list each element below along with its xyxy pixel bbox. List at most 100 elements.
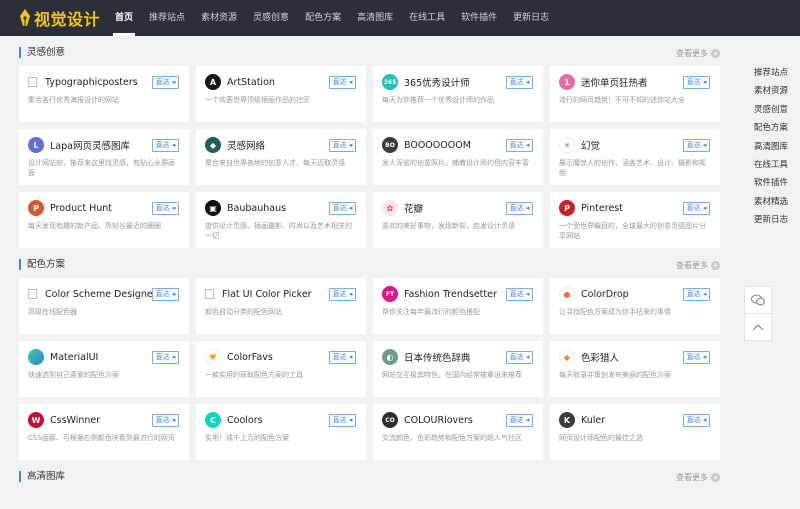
- site-card[interactable]: L Lapa网页灵感图库 直达 ◂ 设计网站前，推荐来这里找灵感，有贴心全屏画面: [19, 129, 189, 185]
- site-logo[interactable]: 视觉设计: [18, 6, 100, 30]
- site-card[interactable]: ✿ 花瓣 直达 ◂ 喜欢的美好事物，发现新知，启发设计灵感: [373, 192, 543, 248]
- site-card-grid: Typographicposters 直达 ◂ 集合各行优秀海报设计的网站 A ArtS…: [19, 66, 720, 248]
- side-nav-item[interactable]: 更新日志: [746, 211, 800, 229]
- artstation-icon: A: [205, 74, 221, 90]
- side-nav-item[interactable]: 软件插件: [746, 174, 800, 192]
- go-button[interactable]: 直达 ◂: [152, 351, 179, 364]
- go-button[interactable]: 直达 ◂: [152, 202, 179, 215]
- site-card[interactable]: P Pinterest 直达 ◂ 一个受世界瞩目的，全球最大的创意灵感图片分享网站: [550, 192, 720, 248]
- go-label: 直达: [509, 204, 524, 212]
- site-card[interactable]: ● ColorDrop 直达 ◂ 让寻找配色方案成为信手拈来的事情: [550, 278, 720, 334]
- main-nav: 首页 推荐站点 素材资源 灵感创意 配色方案 高清图库 在线工具 软件插件 更新日志: [107, 0, 557, 36]
- site-card[interactable]: C Coolors 直达 ◂ 实用！成千上万的配色方案: [196, 404, 366, 460]
- go-button[interactable]: 直达 ◂: [683, 76, 710, 89]
- site-card[interactable]: Typographicposters 直达 ◂ 集合各行优秀海报设计的网站: [19, 66, 189, 122]
- site-card[interactable]: K Kuler 直达 ◂ 网页设计师配色的最佳之选: [550, 404, 720, 460]
- site-card[interactable]: Flat UI Color Picker 直达 ◂ 颜色自动分类的配色网站: [196, 278, 366, 334]
- site-description: 交流颜色、色彩趋势和配色方案的超人气社区: [382, 434, 522, 442]
- site-card[interactable]: MaterialUI 直达 ◂ 快速选到自己喜爱的配色方案: [19, 341, 189, 397]
- go-button[interactable]: 直达 ◂: [329, 288, 356, 301]
- go-button[interactable]: 直达 ◂: [152, 76, 179, 89]
- go-button[interactable]: 直达 ◂: [683, 351, 710, 364]
- go-button[interactable]: 直达 ◂: [683, 202, 710, 215]
- colorhunt-icon: ◆: [559, 349, 575, 365]
- nav-item[interactable]: 首页: [107, 0, 141, 36]
- nav-item[interactable]: 高清图库: [349, 0, 401, 36]
- nav-item[interactable]: 配色方案: [297, 0, 349, 36]
- view-more-link[interactable]: 查看更多 +: [676, 472, 720, 483]
- go-button[interactable]: 直达 ◂: [329, 414, 356, 427]
- fashion-trendsetter-icon: FT: [382, 286, 398, 302]
- illusion-icon: ✳: [559, 137, 575, 153]
- site-card[interactable]: 365 365优秀设计师 直达 ◂ 每天为你推荐一个优秀设计师的作品: [373, 66, 543, 122]
- view-more-link[interactable]: 查看更多 +: [676, 260, 720, 271]
- go-button[interactable]: 直达 ◂: [152, 414, 179, 427]
- go-button[interactable]: 直达 ◂: [329, 76, 356, 89]
- side-nav-item[interactable]: 推荐站点: [746, 64, 800, 82]
- nav-item[interactable]: 软件插件: [453, 0, 505, 36]
- site-card[interactable]: Color Scheme Designer 直达 ◂ 高级在线配色器: [19, 278, 189, 334]
- site-card[interactable]: BO BOOOOOOOM 直达 ◂ 发人深省的创意照片，捕着设计简约但内容丰富: [373, 129, 543, 185]
- site-card[interactable]: W CssWinner 直达 ◂ CSS画廊、可根据右侧颜色块看到最流行的网页: [19, 404, 189, 460]
- site-description: 颜色自动分类的配色网站: [205, 308, 282, 316]
- nav-item[interactable]: 更新日志: [505, 0, 557, 36]
- site-card[interactable]: ◆ 色彩猎人 直达 ◂ 每天收录并策划发布美丽的配色方案: [550, 341, 720, 397]
- go-button[interactable]: 直达 ◂: [506, 414, 533, 427]
- nav-item[interactable]: 推荐站点: [141, 0, 193, 36]
- section-header: 高清图库 查看更多 +: [19, 464, 720, 490]
- go-button[interactable]: 直达 ◂: [152, 139, 179, 152]
- go-button[interactable]: 直达 ◂: [506, 351, 533, 364]
- side-nav-item[interactable]: 素材精选: [746, 193, 800, 211]
- back-to-top-button[interactable]: [744, 313, 772, 341]
- site-card[interactable]: FT Fashion Trendsetter 直达 ◂ 帮你关注每年最流行的颜色搭配: [373, 278, 543, 334]
- side-nav-item[interactable]: 灵感创意: [746, 101, 800, 119]
- view-more-link[interactable]: 查看更多 +: [676, 48, 720, 59]
- site-description: 一个欢荟世界顶级插画作品的社区: [205, 96, 310, 104]
- site-card[interactable]: ✳ 幻觉 直达 ◂ 展示魔惊人的创作，涵盖艺术、设计、摄影和视频: [550, 129, 720, 185]
- go-button[interactable]: 直达 ◂: [683, 414, 710, 427]
- site-card[interactable]: 1 迷你单页狂热者 直达 ◂ 流行的网页趋势！不可不知的迷你站大全: [550, 66, 720, 122]
- side-nav-item[interactable]: 在线工具: [746, 156, 800, 174]
- colordrop-icon: ●: [559, 286, 575, 302]
- site-description: 每天发现有趣的新产品、高轻谷最近的圈圈: [28, 222, 161, 230]
- go-button[interactable]: 直达 ◂: [329, 139, 356, 152]
- coolors-icon: C: [205, 412, 221, 428]
- site-card[interactable]: ◆ 灵感网络 直达 ◂ 聚合来自世界各地的创意人才，每天迈取灵感: [196, 129, 366, 185]
- go-label: 直达: [686, 353, 701, 361]
- go-button[interactable]: 直达 ◂: [506, 288, 533, 301]
- go-label: 直达: [509, 141, 524, 149]
- plus-icon: +: [711, 49, 720, 58]
- site-description: 每天收录并策划发布美丽的配色方案: [559, 371, 671, 379]
- go-button[interactable]: 直达 ◂: [506, 139, 533, 152]
- plus-icon: +: [711, 473, 720, 482]
- side-nav-item[interactable]: 配色方案: [746, 119, 800, 137]
- go-button[interactable]: 直达 ◂: [329, 351, 356, 364]
- go-label: 直达: [509, 353, 524, 361]
- colourlovers-icon: CO: [382, 412, 398, 428]
- wechat-icon: [751, 294, 765, 306]
- nav-item[interactable]: 素材资源: [193, 0, 245, 36]
- site-card[interactable]: ▣ Baubauhaus 直达 ◂ 提供设计灵感、插画摄影、时尚以及艺术相关的一切: [196, 192, 366, 248]
- go-label: 直达: [686, 204, 701, 212]
- go-button[interactable]: 直达 ◂: [329, 202, 356, 215]
- go-button[interactable]: 直达 ◂: [152, 288, 179, 301]
- image-placeholder-icon: [28, 289, 37, 299]
- site-card[interactable]: ♥ ColorFavs 直达 ◂ 一款实用的获取配色方案的工具: [196, 341, 366, 397]
- side-nav-item[interactable]: 高清图库: [746, 138, 800, 156]
- go-button[interactable]: 直达 ◂: [683, 288, 710, 301]
- go-label: 直达: [332, 78, 347, 86]
- go-label: 直达: [332, 416, 347, 424]
- site-card[interactable]: A ArtStation 直达 ◂ 一个欢荟世界顶级插画作品的社区: [196, 66, 366, 122]
- nav-item[interactable]: 灵感创意: [245, 0, 297, 36]
- site-card[interactable]: ◐ 日本传统色辞典 直达 ◂ 网站交互极其特色，在国内经常被拿出来推荐: [373, 341, 543, 397]
- materialui-icon: [28, 349, 44, 365]
- nav-item[interactable]: 在线工具: [401, 0, 453, 36]
- go-button[interactable]: 直达 ◂: [506, 76, 533, 89]
- section-title: 配色方案: [19, 259, 65, 270]
- site-card[interactable]: P Product Hunt 直达 ◂ 每天发现有趣的新产品、高轻谷最近的圈圈: [19, 192, 189, 248]
- site-card[interactable]: CO COLOURlovers 直达 ◂ 交流颜色、色彩趋势和配色方案的超人气社区: [373, 404, 543, 460]
- go-button[interactable]: 直达 ◂: [683, 139, 710, 152]
- wechat-button[interactable]: [744, 286, 772, 314]
- go-button[interactable]: 直达 ◂: [506, 202, 533, 215]
- side-nav-item[interactable]: 素材资源: [746, 82, 800, 100]
